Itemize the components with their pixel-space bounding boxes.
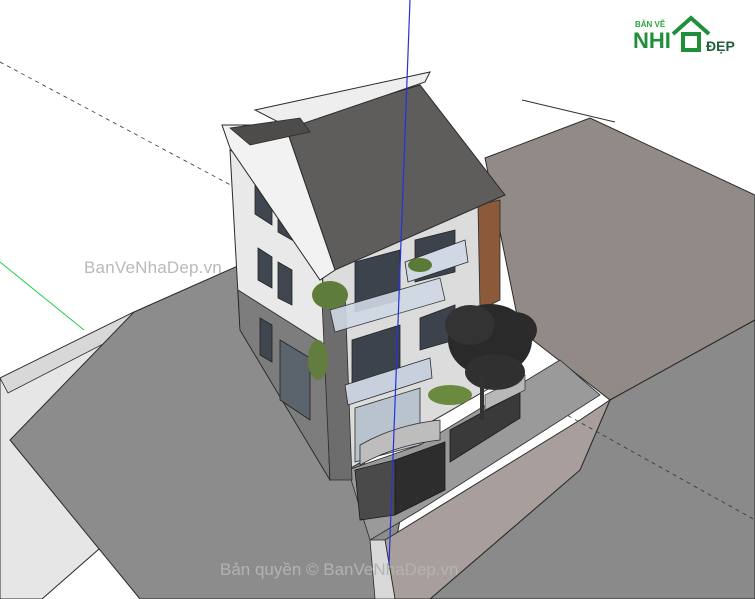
left-window-5: [259, 317, 273, 363]
copyright-watermark: Bản quyền © BanVeNhaDep.vn: [220, 560, 459, 579]
site-logo: BẢN VẼ NHI ĐẸP: [633, 14, 745, 66]
axis-line-top: [521, 99, 616, 123]
planter-green-2: [308, 340, 328, 380]
planter-green-3: [408, 258, 432, 272]
logo-nhi-text: NHI: [633, 28, 671, 53]
model-scene[interactable]: [0, 0, 755, 599]
planter-green-4: [428, 385, 472, 405]
gate-side: [354, 459, 396, 521]
axis-dashed-1: [0, 61, 241, 191]
left-window-4: [277, 261, 293, 306]
planter-green-1: [312, 281, 348, 309]
logo-dep-text: ĐẸP: [706, 38, 735, 54]
house-logo-icon: [671, 15, 711, 52]
sketchup-viewport[interactable]: BanVeNhaDep.vn Bản quyền © BanVeNhaDep.v…: [0, 0, 755, 599]
watermark-center: BanVeNhaDep.vn: [84, 258, 222, 277]
green-axis: [0, 261, 85, 331]
wood-panel: [477, 199, 501, 311]
